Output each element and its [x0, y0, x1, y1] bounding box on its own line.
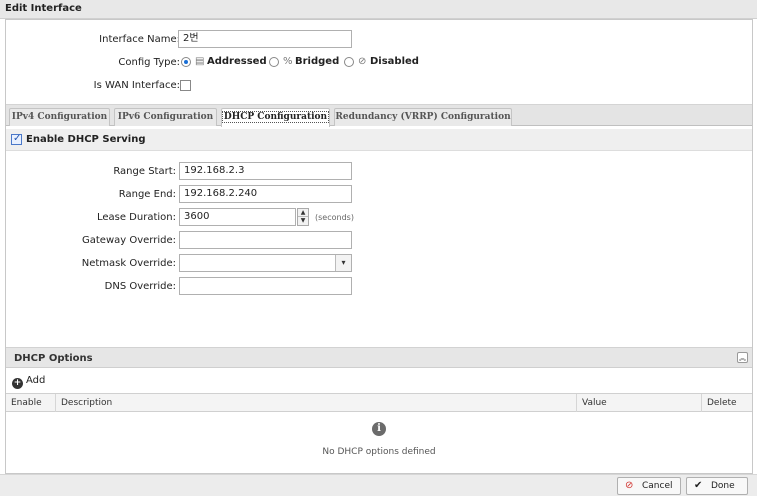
- done-label: Done: [711, 481, 735, 491]
- edit-interface-panel: Interface Name: 2번 Config Type: ▤ Addres…: [5, 19, 753, 474]
- cancel-button[interactable]: ⊘ Cancel: [617, 477, 681, 495]
- add-option-button[interactable]: + Add: [12, 375, 45, 389]
- cancel-icon: ⊘: [625, 480, 634, 491]
- column-enable[interactable]: Enable: [6, 394, 56, 412]
- lease-duration-unit: (seconds): [315, 213, 354, 222]
- dns-override-label: DNS Override:: [104, 281, 176, 292]
- range-end-label: Range End:: [118, 189, 176, 200]
- dns-override-input[interactable]: [179, 277, 352, 295]
- wan-interface-label: Is WAN Interface:: [93, 80, 180, 91]
- column-description[interactable]: Description: [56, 394, 577, 412]
- column-value[interactable]: Value: [577, 394, 702, 412]
- lease-duration-label: Lease Duration:: [96, 212, 176, 223]
- collapse-icon[interactable]: ︽: [737, 352, 748, 363]
- window-titlebar: Edit Interface: [0, 0, 757, 19]
- interface-name-input[interactable]: 2번: [178, 30, 352, 48]
- window-title: Edit Interface: [5, 3, 82, 14]
- link-icon: %: [283, 56, 293, 67]
- column-delete[interactable]: Delete: [702, 394, 752, 412]
- plus-icon: +: [12, 378, 23, 389]
- enable-dhcp-label[interactable]: Enable DHCP Serving: [26, 134, 146, 145]
- dhcp-options-title: DHCP Options: [14, 353, 93, 364]
- range-end-input[interactable]: 192.168.2.240: [179, 185, 352, 203]
- wan-interface-checkbox[interactable]: [180, 80, 191, 91]
- document-icon: ▤: [195, 56, 205, 67]
- lease-duration-stepper[interactable]: ▲ ▼: [297, 208, 309, 226]
- check-icon: ✔: [694, 480, 703, 491]
- info-icon: i: [372, 422, 386, 436]
- dhcp-options-header: DHCP Options ︽: [6, 347, 752, 368]
- done-button[interactable]: ✔ Done: [686, 477, 748, 495]
- cancel-label: Cancel: [642, 481, 673, 491]
- disabled-icon: ⊘: [358, 56, 367, 67]
- gateway-override-label: Gateway Override:: [82, 235, 176, 246]
- dhcp-options-grid-header: Enable Description Value Delete: [6, 393, 752, 412]
- interface-name-label: Interface Name:: [99, 34, 180, 45]
- dhcp-options-toolbar: + Add: [6, 370, 752, 392]
- tab-ipv4-configuration[interactable]: IPv4 Configuration: [9, 108, 110, 126]
- stepper-up-icon[interactable]: ▲: [298, 209, 308, 217]
- disabled-label[interactable]: Disabled: [370, 56, 419, 67]
- addressed-radio[interactable]: [181, 57, 191, 67]
- netmask-override-select[interactable]: ▾: [179, 254, 352, 272]
- lease-duration-input[interactable]: 3600: [179, 208, 296, 226]
- range-start-input[interactable]: 192.168.2.3: [179, 162, 352, 180]
- empty-message: No DHCP options defined: [322, 447, 436, 457]
- tab-ipv6-configuration[interactable]: IPv6 Configuration: [114, 108, 217, 126]
- dhcp-options-empty-state: i No DHCP options defined: [6, 413, 752, 463]
- stepper-down-icon[interactable]: ▼: [298, 217, 308, 225]
- bridged-radio[interactable]: [269, 57, 279, 67]
- range-start-label: Range Start:: [113, 166, 176, 177]
- gateway-override-input[interactable]: [179, 231, 352, 249]
- tab-dhcp-configuration-label: DHCP Configuration: [221, 111, 330, 123]
- disabled-radio[interactable]: [344, 57, 354, 67]
- chevron-down-icon[interactable]: ▾: [335, 255, 351, 271]
- enable-dhcp-checkbox[interactable]: [11, 133, 22, 145]
- addressed-label[interactable]: Addressed: [207, 56, 267, 67]
- bridged-label[interactable]: Bridged: [295, 56, 339, 67]
- dialog-footer: ⊘ Cancel ✔ Done: [0, 474, 757, 496]
- config-type-label: Config Type:: [118, 57, 180, 68]
- add-option-label: Add: [26, 375, 46, 386]
- config-tabs: IPv4 Configuration IPv6 Configuration DH…: [6, 104, 752, 127]
- enable-dhcp-section: Enable DHCP Serving: [6, 129, 752, 151]
- tab-dhcp-configuration[interactable]: DHCP Configuration: [221, 108, 330, 127]
- tab-redundancy-vrrp-configuration[interactable]: Redundancy (VRRP) Configuration: [334, 108, 512, 126]
- netmask-override-label: Netmask Override:: [81, 258, 176, 269]
